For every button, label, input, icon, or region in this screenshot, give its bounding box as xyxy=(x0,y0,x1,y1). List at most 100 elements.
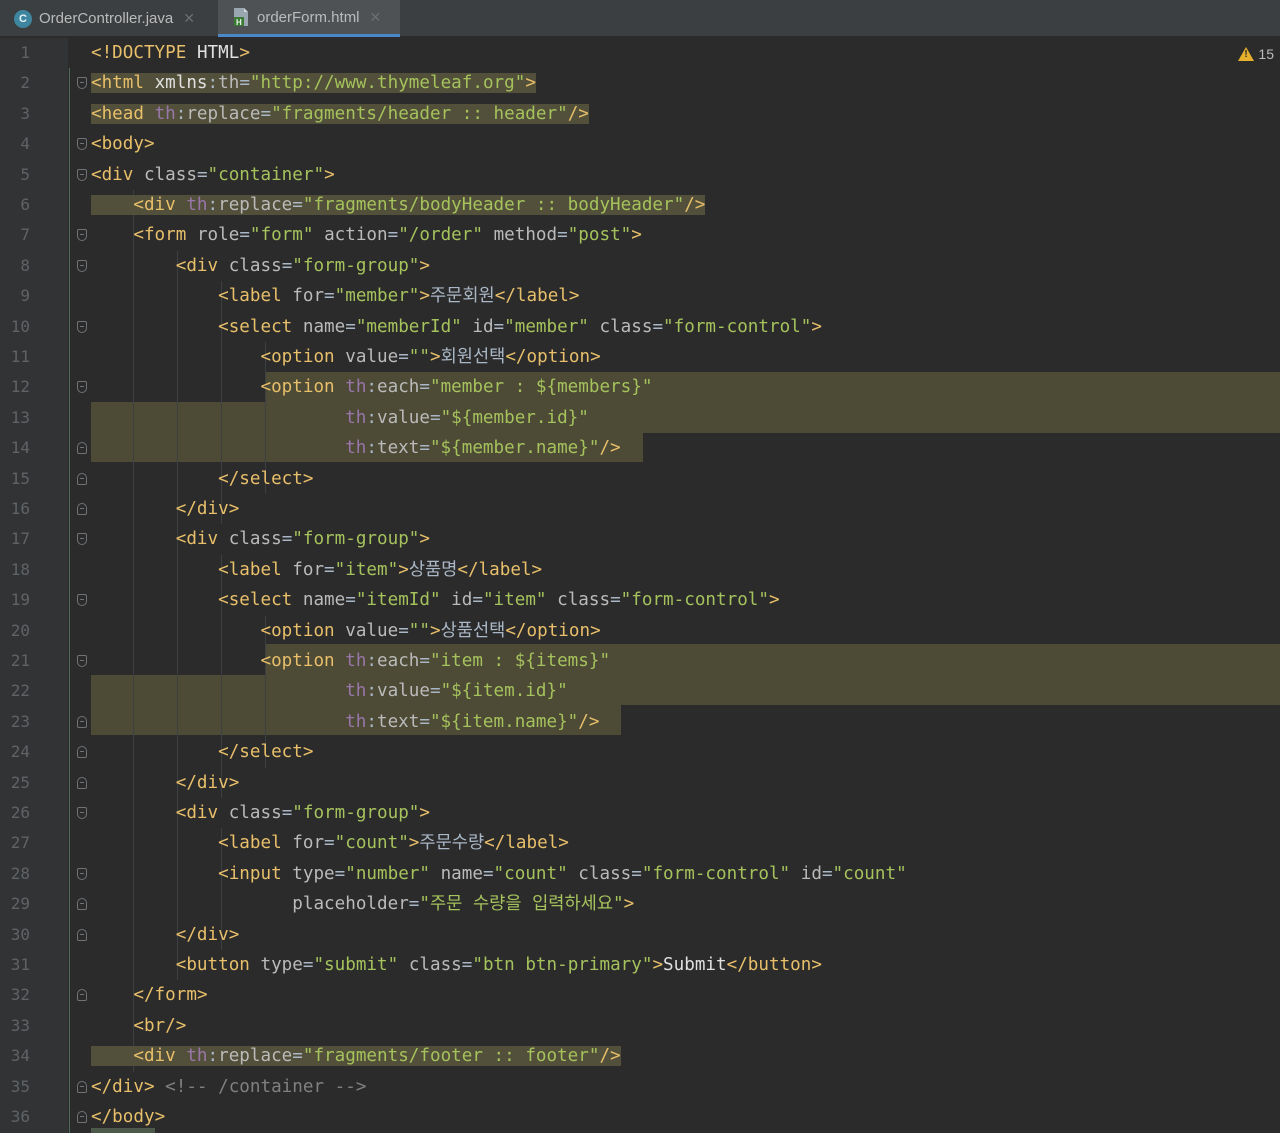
fold-toggle-icon[interactable] xyxy=(77,655,87,667)
tab-label: OrderController.java xyxy=(39,10,174,27)
line-number: 1 xyxy=(20,43,30,62)
tab-order-form[interactable]: H orderForm.html ✕ xyxy=(218,0,400,37)
code-line[interactable]: 5 <div class="container"> xyxy=(0,160,1280,190)
code-line[interactable]: 30 </div> xyxy=(0,919,1280,950)
code-line[interactable]: 31 <button type="submit" class="btn btn-… xyxy=(0,950,1280,981)
line-number: 33 xyxy=(10,1015,30,1035)
fold-toggle-icon[interactable] xyxy=(77,807,87,819)
code-line[interactable]: 20 <option value="">상품선택</option> xyxy=(0,615,1280,646)
line-number: 25 xyxy=(10,772,30,792)
warning-icon: ! xyxy=(1238,47,1255,61)
code-line[interactable]: 23 th:text="${item.name}"/> xyxy=(0,706,1280,738)
code-line[interactable]: 36 </body> xyxy=(0,1102,1280,1132)
fold-toggle-icon[interactable] xyxy=(77,594,87,607)
code-line[interactable]: 2 <html xmlns:th="http://www.thymeleaf.or… xyxy=(0,68,1280,98)
code-line[interactable]: 1 <!DOCTYPE HTML> xyxy=(0,38,1280,68)
line-number: 17 xyxy=(10,529,30,549)
code-text: </div> <!-- /container --> xyxy=(91,1076,367,1097)
code-line[interactable]: 32 </form> xyxy=(0,980,1280,1011)
code-text: </select> xyxy=(218,468,314,489)
fold-toggle-icon[interactable] xyxy=(77,259,87,272)
code-line[interactable]: 9 <label for="member">주문회원</label> xyxy=(0,281,1280,312)
fold-toggle-icon[interactable] xyxy=(77,168,87,181)
close-icon[interactable]: ✕ xyxy=(183,10,195,27)
code-text: <input type="number" name="count" class=… xyxy=(218,863,907,884)
fold-toggle-icon[interactable] xyxy=(77,867,87,880)
code-line[interactable]: 27 <label for="count">주문수량</label> xyxy=(0,828,1280,859)
line-number: 6 xyxy=(20,195,30,214)
fold-toggle-icon[interactable] xyxy=(77,533,87,546)
code-line[interactable]: 18 <label for="item">상품명</label> xyxy=(0,554,1280,586)
fold-toggle-icon[interactable] xyxy=(77,320,87,333)
line-number: 34 xyxy=(10,1046,30,1066)
fold-toggle-icon[interactable] xyxy=(77,77,87,90)
html-file-icon: H xyxy=(232,7,250,27)
code-line[interactable]: 14 th:text="${member.name}"/> xyxy=(0,433,1280,464)
code-text: th:text="${member.name}"/> xyxy=(345,438,621,459)
code-line[interactable]: 16 </div> xyxy=(0,494,1280,525)
code-text: <select name="itemId" id="item" class="f… xyxy=(218,590,780,611)
code-line[interactable]: 17 <div class="form-group"> xyxy=(0,524,1280,555)
code-text: <label for="member">주문회원</label> xyxy=(218,286,580,307)
java-class-icon: C xyxy=(14,9,32,28)
code-line[interactable]: 13 th:value="${member.id}" xyxy=(0,402,1280,434)
code-line[interactable]: 26 <div class="form-group"> xyxy=(0,798,1280,829)
code-line[interactable]: 21 <option th:each="item : ${items}" xyxy=(0,646,1280,677)
code-line[interactable]: 25 </div> xyxy=(0,767,1280,798)
fold-toggle-icon[interactable] xyxy=(77,989,87,1002)
code-line[interactable]: 29 placeholder="주문 수량을 입력하세요"> xyxy=(0,889,1280,920)
code-line[interactable]: 7 <form role="form" action="/order" meth… xyxy=(0,220,1280,251)
code-text: <div class="form-group"> xyxy=(175,529,430,550)
code-text: <button type="submit" class="btn btn-pri… xyxy=(175,955,822,975)
code-line[interactable]: 10 <select name="memberId" id="member" c… xyxy=(0,311,1280,342)
code-line[interactable]: 11 <option value="">회원선택</option> xyxy=(0,342,1280,373)
line-number: 22 xyxy=(10,681,30,701)
code-line[interactable]: 22 th:value="${item.id}" xyxy=(0,676,1280,707)
fold-toggle-icon[interactable] xyxy=(77,1080,87,1093)
line-number: 18 xyxy=(10,559,30,579)
line-number: 29 xyxy=(10,894,30,914)
line-number: 21 xyxy=(10,651,30,670)
code-text: <option value="">회원선택</option> xyxy=(260,347,601,367)
fold-toggle-icon[interactable] xyxy=(77,229,87,242)
code-line[interactable]: 15 </select> xyxy=(0,463,1280,494)
tab-order-controller[interactable]: C OrderController.java ✕ xyxy=(0,0,218,37)
fold-toggle-icon[interactable] xyxy=(77,381,87,394)
line-number: 4 xyxy=(20,134,30,154)
fold-toggle-icon[interactable] xyxy=(77,138,87,151)
code-line[interactable]: 19 <select name="itemId" id="item" class… xyxy=(0,585,1280,616)
code-line[interactable]: 33 <br/> xyxy=(0,1010,1280,1042)
editor-tab-bar: C OrderController.java ✕ H orderForm.htm… xyxy=(0,0,1280,37)
code-line[interactable]: 24 </select> xyxy=(0,737,1280,768)
code-text: </select> xyxy=(218,742,314,763)
fold-toggle-icon[interactable] xyxy=(77,776,87,789)
code-line[interactable]: 34 <div th:replace="fragments/footer :: … xyxy=(0,1041,1280,1072)
code-text: th:text="${item.name}"/> xyxy=(345,711,600,732)
line-number: 30 xyxy=(10,924,30,944)
code-line[interactable]: 3 <head th:replace="fragments/header :: h… xyxy=(0,99,1280,129)
inspection-widget[interactable]: ! 15 xyxy=(1238,46,1274,62)
code-text: <option th:each="member : ${members}" xyxy=(260,377,653,398)
close-icon[interactable]: ✕ xyxy=(370,9,382,26)
code-line[interactable]: 12 <option th:each="member : ${members}" xyxy=(0,372,1280,403)
fold-toggle-icon[interactable] xyxy=(77,898,87,911)
fold-toggle-icon[interactable] xyxy=(77,472,87,485)
line-number: 11 xyxy=(10,347,30,366)
fold-toggle-icon[interactable] xyxy=(77,503,87,515)
code-line[interactable]: 8 <div class="form-group"> xyxy=(0,250,1280,282)
line-number: 12 xyxy=(10,377,30,397)
code-line[interactable]: 6 <div th:replace="fragments/bodyHeader … xyxy=(0,190,1280,221)
fold-toggle-icon[interactable] xyxy=(77,715,87,728)
line-number: 32 xyxy=(10,985,30,1005)
fold-toggle-icon[interactable] xyxy=(77,442,87,455)
code-text: <!DOCTYPE HTML> xyxy=(91,43,250,63)
fold-toggle-icon[interactable] xyxy=(77,746,87,759)
code-text: <div th:replace="fragments/bodyHeader ::… xyxy=(91,190,706,220)
code-line[interactable]: 35 </div> <!-- /container --> xyxy=(0,1072,1280,1102)
line-number: 3 xyxy=(20,103,30,123)
fold-toggle-icon[interactable] xyxy=(77,928,87,941)
fold-toggle-icon[interactable] xyxy=(77,1111,87,1123)
code-line[interactable]: 28 <input type="number" name="count" cla… xyxy=(0,858,1280,890)
code-line[interactable]: 4 <body> xyxy=(0,129,1280,159)
code-editor[interactable]: 1 <!DOCTYPE HTML> 2 <html xmlns:th="http://… xyxy=(0,38,1280,1133)
